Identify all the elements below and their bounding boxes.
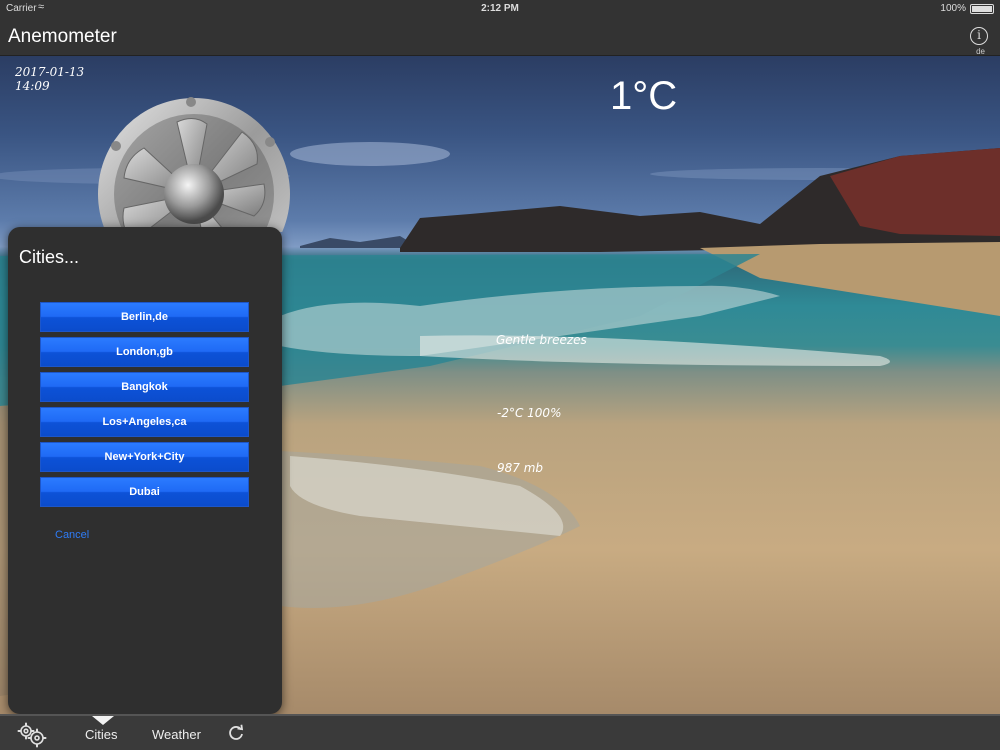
city-button-new-york[interactable]: New+York+City [40, 442, 249, 472]
pressure-label: 987 mb [497, 461, 544, 475]
date-time-label: 2017-01-13 14:09 [15, 65, 84, 93]
city-list: Berlin,de London,gb Bangkok Los+Angeles,… [40, 302, 250, 512]
time-label: 14:09 [15, 79, 50, 93]
city-button-london[interactable]: London,gb [40, 337, 249, 367]
date-label: 2017-01-13 [15, 65, 85, 79]
dewpoint-humidity: -2°C 100% [497, 406, 562, 420]
locale-label: de [976, 47, 985, 56]
anemometer-fan-icon [92, 92, 296, 232]
tab-cities[interactable]: Cities [85, 727, 118, 742]
wind-description: Gentle breezes [496, 333, 587, 347]
tab-bar: Cities Weather [0, 714, 1000, 750]
city-button-berlin[interactable]: Berlin,de [40, 302, 249, 332]
tab-weather[interactable]: Weather [152, 727, 201, 742]
info-icon[interactable]: i [970, 27, 988, 45]
battery-percent: 100% [940, 3, 966, 14]
status-time: 2:12 PM [481, 3, 519, 14]
cancel-button[interactable]: Cancel [55, 529, 89, 541]
nav-bar: Anemometer i de [0, 18, 1000, 56]
popover-title: Cities... [19, 247, 80, 267]
city-button-bangkok[interactable]: Bangkok [40, 372, 249, 402]
app-title: Anemometer [8, 26, 117, 47]
temperature-label: 1°C [610, 74, 678, 118]
city-button-los-angeles[interactable]: Los+Angeles,ca [40, 407, 249, 437]
battery-icon [970, 4, 994, 14]
popover-arrow [92, 716, 114, 725]
refresh-icon[interactable] [227, 724, 245, 742]
gears-icon[interactable] [16, 722, 48, 748]
city-button-dubai[interactable]: Dubai [40, 477, 249, 507]
status-bar: Carrier ≈ 2:12 PM 100% [0, 0, 1000, 18]
cities-popover: Cities... Berlin,de London,gb Bangkok Lo… [8, 227, 282, 714]
